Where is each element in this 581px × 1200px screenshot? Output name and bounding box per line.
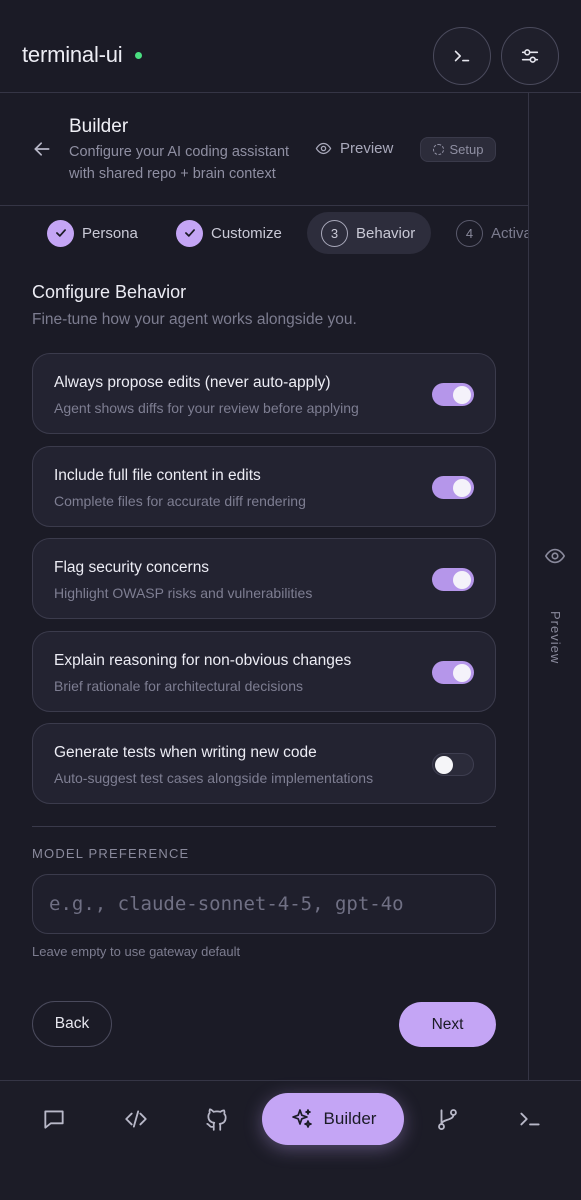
propose-edits-toggle[interactable] (432, 383, 474, 406)
option-description: Brief rationale for architectural decisi… (54, 678, 304, 694)
tests-toggle[interactable] (432, 753, 474, 776)
model-preference-hint: Leave empty to use gateway default (32, 944, 241, 959)
option-card-propose-edits[interactable]: Always propose edits (never auto-apply) … (32, 353, 496, 434)
terminal-icon (454, 50, 470, 62)
option-description: Agent shows diffs for your review before… (54, 400, 359, 416)
section-subtitle: Fine-tune how your agent works alongside… (32, 311, 357, 328)
option-card-full-file[interactable]: Include full file content in edits Compl… (32, 446, 496, 527)
setup-label: Setup (449, 142, 484, 157)
option-description: Auto-suggest test cases alongside implem… (54, 770, 374, 786)
full-file-toggle[interactable] (432, 476, 474, 499)
section-title: Configure Behavior (32, 282, 187, 302)
option-card-reasoning[interactable]: Explain reasoning for non-obvious change… (32, 631, 496, 712)
next-button[interactable]: Next (399, 1002, 496, 1047)
nav-builder-label: Builder (323, 1109, 377, 1128)
option-title: Generate tests when writing new code (54, 744, 317, 761)
setup-badge: Setup (420, 137, 496, 162)
step-behavior[interactable]: 3 Behavior (307, 212, 432, 254)
step-label: Activa (491, 224, 528, 242)
back-button[interactable]: Back (32, 1001, 112, 1047)
section-divider (32, 826, 496, 827)
step-persona[interactable]: Persona (47, 212, 138, 254)
step-customize[interactable]: Customize (176, 212, 282, 254)
option-description: Complete files for accurate diff renderi… (54, 493, 306, 509)
option-title: Explain reasoning for non-obvious change… (54, 652, 352, 669)
sparkles-icon (291, 1109, 312, 1128)
eye-icon (315, 142, 332, 155)
nav-terminal[interactable] (517, 1106, 543, 1132)
model-preference-label: MODEL PREFERENCE (32, 846, 190, 861)
step-label: Persona (82, 224, 138, 242)
nav-github[interactable] (204, 1106, 230, 1132)
loading-icon (432, 144, 444, 155)
option-description: Highlight OWASP risks and vulnerabilitie… (54, 585, 313, 601)
step-number: 3 (321, 219, 348, 247)
option-title: Flag security concerns (54, 559, 210, 576)
preview-label: Preview (340, 140, 394, 157)
bottom-nav: Builder (0, 1080, 581, 1200)
nav-code[interactable] (123, 1106, 149, 1132)
step-label: Customize (211, 224, 282, 242)
back-arrow-icon[interactable] (32, 139, 52, 159)
terminal-icon (520, 1112, 540, 1126)
model-preference-input[interactable] (32, 874, 496, 934)
chat-icon (44, 1110, 64, 1129)
git-branch-icon (438, 1109, 457, 1130)
status-dot (135, 52, 142, 59)
nav-builder[interactable]: Builder (262, 1093, 404, 1145)
app-root: terminal-ui Builder Configure your AI co… (0, 0, 581, 1200)
reasoning-toggle[interactable] (432, 661, 474, 684)
top-bar: terminal-ui (0, 0, 581, 93)
settings-button[interactable] (501, 27, 559, 85)
check-icon (176, 219, 203, 247)
code-icon (125, 1110, 147, 1128)
terminal-button[interactable] (433, 27, 491, 85)
nav-git[interactable] (435, 1106, 461, 1132)
step-number: 4 (456, 219, 483, 247)
security-toggle[interactable] (432, 568, 474, 591)
step-label: Behavior (356, 224, 416, 242)
check-icon (47, 219, 74, 247)
sliders-icon (521, 49, 539, 63)
github-icon (206, 1108, 227, 1131)
step-tabs: Persona Customize 3 Behavior 4 Activa (0, 212, 528, 256)
option-title: Always propose edits (never auto-apply) (54, 374, 331, 391)
page-title: Builder (69, 116, 129, 137)
header-divider (0, 205, 528, 206)
option-card-security[interactable]: Flag security concerns Highlight OWASP r… (32, 538, 496, 619)
nav-chat[interactable] (41, 1106, 67, 1132)
preview-link[interactable]: Preview (315, 140, 393, 157)
brand-name: terminal-ui (22, 42, 123, 67)
preview-rail-label: Preview (548, 611, 563, 665)
eye-icon (544, 548, 566, 564)
step-activate[interactable]: 4 Activa (456, 212, 528, 254)
option-title: Include full file content in edits (54, 467, 261, 484)
option-card-tests[interactable]: Generate tests when writing new code Aut… (32, 723, 496, 804)
page-subtitle: Configure your AI coding assistant with … (69, 144, 290, 182)
preview-rail[interactable]: Preview (528, 93, 581, 1080)
